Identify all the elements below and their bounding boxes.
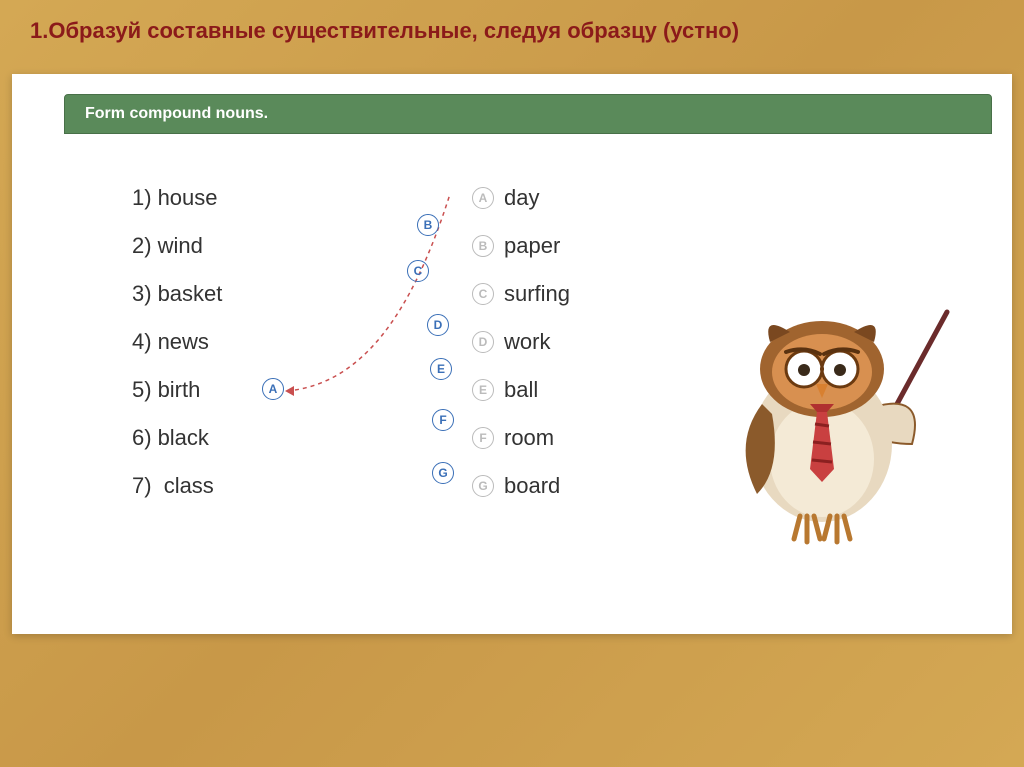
letter-circle: F [472, 427, 494, 449]
item-number: 5) [132, 377, 152, 403]
item-word: wind [158, 233, 203, 259]
answer-circle: C [407, 260, 429, 282]
item-word: surfing [504, 281, 570, 307]
item-word: ball [504, 377, 538, 403]
answer-circle: B [417, 214, 439, 236]
right-item: Csurfing [472, 270, 570, 318]
right-item: Bpaper [472, 222, 570, 270]
letter-circle: D [472, 331, 494, 353]
right-item: Eball [472, 366, 570, 414]
letter-circle: B [472, 235, 494, 257]
item-word: day [504, 185, 539, 211]
item-word: birth [158, 377, 201, 403]
item-number: 6) [132, 425, 152, 451]
exercise-card: Form compound nouns. 1)house 2)wind 3)ba… [12, 74, 1012, 634]
item-number: 7) [132, 473, 152, 499]
right-column: Aday Bpaper Csurfing Dwork Eball Froom G… [472, 174, 570, 510]
owl-illustration [712, 294, 952, 554]
letter-circle: G [472, 475, 494, 497]
answer-circle: D [427, 314, 449, 336]
answer-circle: G [432, 462, 454, 484]
right-item: Gboard [472, 462, 570, 510]
item-word: room [504, 425, 554, 451]
right-item: Froom [472, 414, 570, 462]
left-item: 1)house [132, 174, 222, 222]
item-word: house [158, 185, 218, 211]
left-item: 2)wind [132, 222, 222, 270]
left-item: 3)basket [132, 270, 222, 318]
item-word: board [504, 473, 560, 499]
letter-circle: E [472, 379, 494, 401]
item-word: basket [158, 281, 223, 307]
left-item: 4)news [132, 318, 222, 366]
item-number: 2) [132, 233, 152, 259]
letter-circle: C [472, 283, 494, 305]
item-word: class [164, 473, 214, 499]
right-item: Aday [472, 174, 570, 222]
answer-circle: A [262, 378, 284, 400]
answer-circle: E [430, 358, 452, 380]
left-item: 6)black [132, 414, 222, 462]
item-number: 1) [132, 185, 152, 211]
item-word: paper [504, 233, 560, 259]
item-word: news [158, 329, 209, 355]
item-number: 3) [132, 281, 152, 307]
item-number: 4) [132, 329, 152, 355]
letter-circle: A [472, 187, 494, 209]
left-item: 5)birth [132, 366, 222, 414]
left-column: 1)house 2)wind 3)basket 4)news 5)birth 6… [132, 174, 222, 510]
instruction-bar: Form compound nouns. [64, 94, 992, 134]
item-word: black [158, 425, 209, 451]
left-item: 7) class [132, 462, 222, 510]
right-item: Dwork [472, 318, 570, 366]
exercise-title: 1.Образуй составные существительные, сле… [0, 0, 1024, 54]
item-word: work [504, 329, 550, 355]
answer-circle: F [432, 409, 454, 431]
